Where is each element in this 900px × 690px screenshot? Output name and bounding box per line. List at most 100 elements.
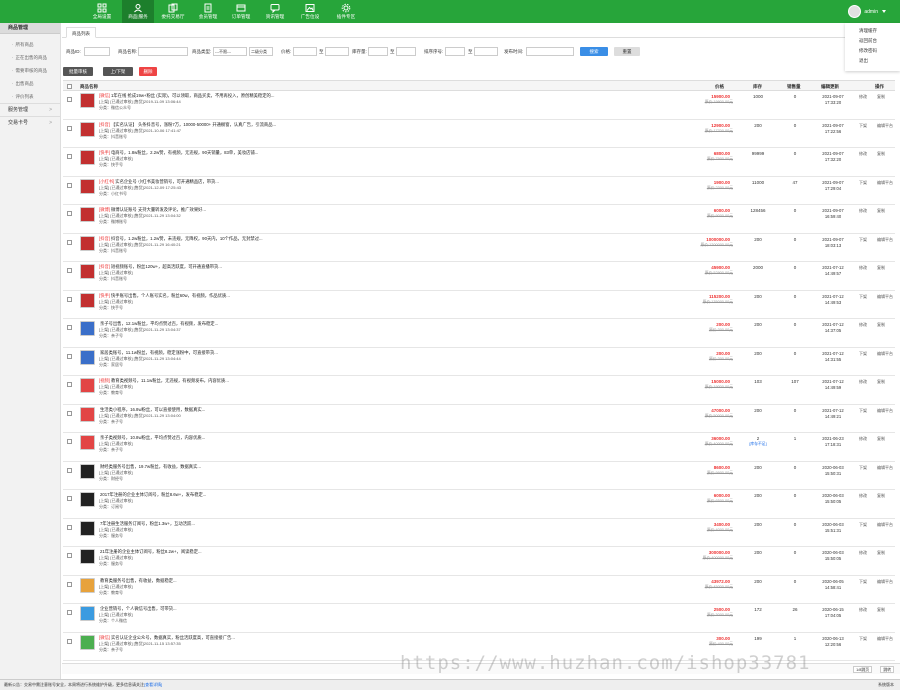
row-checkbox[interactable] <box>67 353 72 359</box>
stock-min-input[interactable] <box>368 47 388 56</box>
edit-link[interactable]: 下架 <box>859 465 867 471</box>
platform-link[interactable]: 编辑平台 <box>877 237 893 243</box>
platform-link[interactable]: 复制 <box>877 94 885 100</box>
platform-link[interactable]: 复制 <box>877 493 885 499</box>
edit-link[interactable]: 修改 <box>859 322 867 328</box>
price-max-input[interactable] <box>325 47 349 56</box>
platform-link[interactable]: 编辑平台 <box>877 294 893 300</box>
edit-link[interactable]: 修改 <box>859 493 867 499</box>
edit-link[interactable]: 修改 <box>859 265 867 271</box>
publish-time-input[interactable] <box>526 47 574 56</box>
row-checkbox[interactable] <box>67 553 72 558</box>
edit-link[interactable]: 下架 <box>859 294 867 300</box>
user-menu-item-1[interactable]: 返回前台 <box>845 36 900 46</box>
tab-product-list[interactable]: 商品列表 <box>66 27 96 38</box>
user-menu-item-3[interactable]: 退出 <box>845 56 900 66</box>
row-checkbox[interactable] <box>67 296 72 302</box>
platform-link[interactable]: 复制 <box>877 379 885 385</box>
edit-link[interactable]: 下架 <box>859 579 867 585</box>
row-checkbox[interactable] <box>67 382 72 387</box>
category-select[interactable]: 二级分类 <box>249 47 273 56</box>
edit-link[interactable]: 下架 <box>859 522 867 528</box>
edit-link[interactable]: 下架 <box>859 351 867 357</box>
platform-link[interactable]: 编辑平台 <box>877 408 893 414</box>
edit-link[interactable]: 修改 <box>859 208 867 214</box>
row-checkbox[interactable] <box>67 638 72 644</box>
row-checkbox[interactable] <box>67 581 72 587</box>
product-id-input[interactable] <box>84 47 110 56</box>
platform-link[interactable]: 编辑平台 <box>877 351 893 357</box>
row-checkbox[interactable] <box>67 524 72 530</box>
edit-link[interactable]: 修改 <box>859 607 867 613</box>
product-name-input[interactable] <box>138 47 188 56</box>
row-checkbox[interactable] <box>67 97 72 102</box>
row-checkbox[interactable] <box>67 496 72 501</box>
edit-link[interactable]: 修改 <box>859 379 867 385</box>
edit-link[interactable]: 下架 <box>859 180 867 186</box>
row-checkbox[interactable] <box>67 239 72 245</box>
platform-link[interactable]: 复制 <box>877 208 885 214</box>
nav-item-2[interactable]: 委托交易厅 <box>157 0 189 23</box>
sidebar-group-1[interactable]: 交易卡号 <box>0 116 60 130</box>
platform-link[interactable]: 复制 <box>877 436 885 442</box>
edit-link[interactable]: 下架 <box>859 237 867 243</box>
row-checkbox[interactable] <box>67 439 72 444</box>
nav-item-6[interactable]: 广告位设 <box>294 0 326 23</box>
page-jump-input[interactable]: 1/8跳页 <box>853 666 872 673</box>
price-min-input[interactable] <box>293 47 317 56</box>
delete-button[interactable]: 删除 <box>139 67 157 76</box>
nav-item-4[interactable]: 订单管理 <box>225 0 257 23</box>
user-menu-item-2[interactable]: 修改密码 <box>845 46 900 56</box>
sidebar-group-0[interactable]: 服务管理 <box>0 103 60 117</box>
platform-link[interactable]: 编辑平台 <box>877 579 893 585</box>
reset-button[interactable]: 重置 <box>614 47 640 56</box>
sidebar-item-4[interactable]: 评价列表 <box>0 90 60 103</box>
user-menu-item-0[interactable]: 清理缓存 <box>845 26 900 36</box>
toggle-shelf-button[interactable]: 上/下架 <box>103 67 133 76</box>
platform-link[interactable]: 编辑平台 <box>877 180 893 186</box>
edit-link[interactable]: 修改 <box>859 151 867 157</box>
edit-link[interactable]: 修改 <box>859 436 867 442</box>
select-all-checkbox[interactable] <box>67 84 72 89</box>
nav-item-3[interactable]: 会员管理 <box>192 0 224 23</box>
row-checkbox[interactable] <box>67 154 72 159</box>
sort-min-input[interactable] <box>445 47 465 56</box>
row-checkbox[interactable] <box>67 610 72 615</box>
page-jump-button[interactable]: 跳转 <box>880 666 894 673</box>
nav-item-0[interactable]: 全局设置 <box>86 0 118 23</box>
platform-link[interactable]: 编辑平台 <box>877 636 893 642</box>
row-checkbox[interactable] <box>67 268 72 273</box>
platform-link[interactable]: 复制 <box>877 151 885 157</box>
edit-link[interactable]: 下架 <box>859 123 867 129</box>
row-checkbox[interactable] <box>67 182 72 188</box>
batch-review-button[interactable]: 批量审核 <box>63 67 93 76</box>
nav-item-7[interactable]: 插件专区 <box>330 0 362 23</box>
row-checkbox[interactable] <box>67 325 72 330</box>
platform-link[interactable]: 复制 <box>877 265 885 271</box>
user-menu-trigger[interactable]: admin <box>848 5 886 19</box>
platform-link[interactable]: 编辑平台 <box>877 522 893 528</box>
product-type-select[interactable]: ---不限--- <box>213 47 247 56</box>
nav-item-5[interactable]: 资讯管理 <box>259 0 291 23</box>
sidebar-item-2[interactable]: 需要审核的商品 <box>0 64 60 77</box>
sidebar-item-1[interactable]: 正在出售的商品 <box>0 51 60 64</box>
sort-max-input[interactable] <box>474 47 498 56</box>
edit-link[interactable]: 修改 <box>859 550 867 556</box>
nav-item-1[interactable]: 商品|服务 <box>122 0 154 23</box>
row-checkbox[interactable] <box>67 211 72 216</box>
platform-link[interactable]: 复制 <box>877 322 885 328</box>
sidebar-item-0[interactable]: 所有商品 <box>0 38 60 51</box>
edit-link[interactable]: 下架 <box>859 408 867 414</box>
search-button[interactable]: 搜索 <box>580 47 608 56</box>
platform-link[interactable]: 复制 <box>877 607 885 613</box>
row-checkbox[interactable] <box>67 467 72 473</box>
edit-link[interactable]: 修改 <box>859 94 867 100</box>
announcement-link[interactable]: [查看详情] <box>144 682 162 687</box>
platform-link[interactable]: 编辑平台 <box>877 465 893 471</box>
platform-link[interactable]: 编辑平台 <box>877 123 893 129</box>
row-checkbox[interactable] <box>67 410 72 416</box>
stock-max-input[interactable] <box>396 47 416 56</box>
edit-link[interactable]: 下架 <box>859 636 867 642</box>
row-checkbox[interactable] <box>67 125 72 131</box>
sidebar-item-3[interactable]: 出售商品 <box>0 77 60 90</box>
